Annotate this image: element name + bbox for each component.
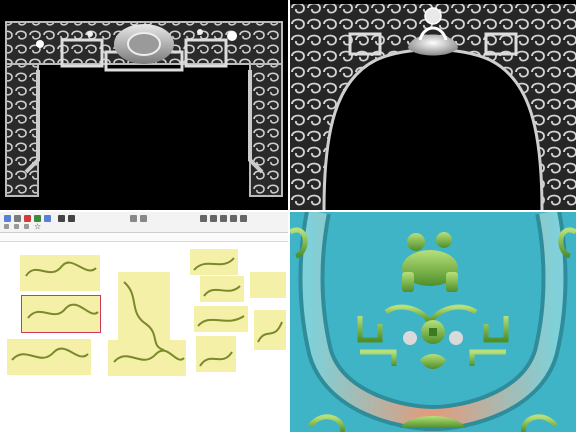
cut-icon[interactable] bbox=[24, 215, 31, 222]
render-panel-top-right bbox=[290, 0, 576, 210]
paste-icon[interactable] bbox=[44, 215, 51, 222]
carved-arch-grayscale bbox=[5, 21, 283, 197]
select-icon[interactable] bbox=[4, 215, 11, 222]
layer-icon[interactable] bbox=[220, 215, 227, 222]
zoom-icon[interactable] bbox=[130, 215, 137, 222]
relief-panel bbox=[290, 212, 576, 432]
colored-relief-panel bbox=[290, 212, 576, 432]
editor-panel: ☆ bbox=[0, 212, 288, 432]
open-icon[interactable] bbox=[14, 224, 19, 229]
copy-icon[interactable] bbox=[34, 215, 41, 222]
star-icon[interactable]: ☆ bbox=[34, 223, 41, 231]
toolbar: ☆ bbox=[0, 212, 288, 233]
horizontal-divider bbox=[0, 210, 576, 212]
align-icon[interactable] bbox=[230, 215, 237, 222]
tile-carvings bbox=[11, 257, 283, 367]
design-canvas[interactable] bbox=[0, 242, 288, 432]
move-icon[interactable] bbox=[14, 215, 21, 222]
grid-icon[interactable] bbox=[240, 215, 247, 222]
file-icon[interactable] bbox=[4, 224, 9, 229]
redo-icon[interactable] bbox=[68, 215, 75, 222]
vertical-divider bbox=[288, 0, 290, 432]
pan-icon[interactable] bbox=[140, 215, 147, 222]
undo-icon[interactable] bbox=[58, 215, 65, 222]
render-panel-top-left bbox=[0, 0, 288, 210]
ruler bbox=[0, 233, 288, 242]
rotate-icon[interactable] bbox=[200, 215, 207, 222]
scale-icon[interactable] bbox=[210, 215, 217, 222]
save-icon[interactable] bbox=[24, 224, 29, 229]
carved-arch-grayscale-lotus bbox=[290, 4, 576, 210]
